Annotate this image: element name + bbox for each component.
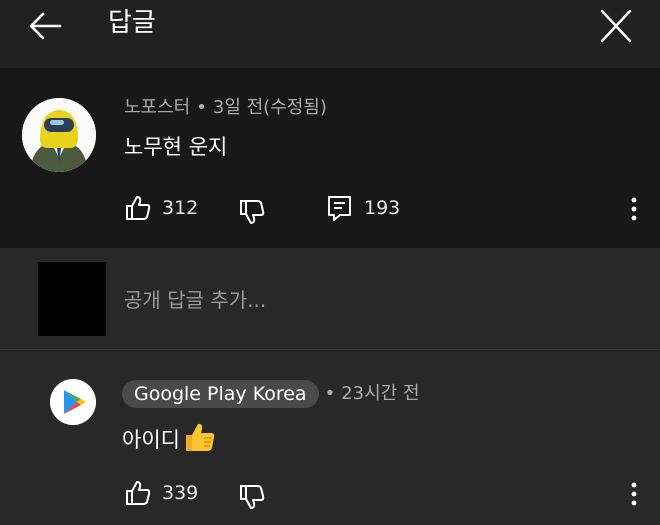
arrow-left-icon[interactable] (26, 8, 66, 44)
more-vert-icon[interactable] (624, 479, 644, 509)
add-reply-input[interactable]: 공개 답글 추가... (124, 286, 266, 314)
thumbs-down-icon[interactable] (238, 198, 268, 228)
more-vert-icon[interactable] (624, 194, 644, 224)
page-title: 답글 (108, 8, 156, 38)
google-play-logo-icon[interactable] (50, 379, 96, 425)
reply-comment-icon[interactable] (326, 194, 356, 224)
thumbs-down-icon[interactable] (238, 483, 268, 513)
thumbs-up-icon[interactable] (124, 479, 154, 509)
reply-text: 아이디 (122, 421, 216, 455)
reply-time: 23시간 전 (341, 383, 420, 404)
thumbs-up-icon[interactable] (124, 194, 154, 224)
app-header: 답글 (0, 0, 660, 68)
comment-time: 3일 전(수정됨) (212, 97, 327, 118)
avatar[interactable] (22, 98, 96, 172)
reply-actions: 339 (0, 475, 660, 515)
close-icon[interactable] (596, 8, 636, 44)
separator-dot: • (324, 383, 336, 404)
reply-comment: Google Play Korea • 23시간 전 아이디 339 (0, 351, 660, 525)
author-name[interactable]: 노포스터 (124, 97, 190, 118)
separator-dot: • (196, 97, 207, 118)
comment-text: 노무현 운지 (124, 135, 228, 159)
comment-meta: 노포스터 • 3일 전(수정됨) (124, 96, 327, 120)
like-count: 312 (162, 197, 199, 219)
parent-comment: 노포스터 • 3일 전(수정됨) 노무현 운지 312 193 (0, 68, 660, 248)
like-count: 339 (162, 482, 199, 504)
reply-meta: Google Play Korea • 23시간 전 (122, 379, 420, 409)
channel-owner-badge[interactable]: Google Play Korea (122, 380, 319, 408)
comment-actions: 312 193 (0, 190, 660, 230)
reply-count[interactable]: 193 (364, 194, 400, 222)
current-user-avatar (38, 262, 106, 336)
thumbs-up-emoji-icon (182, 421, 216, 453)
reply-text-content: 아이디 (122, 428, 180, 452)
reply-input-row: 공개 답글 추가... (0, 248, 660, 350)
